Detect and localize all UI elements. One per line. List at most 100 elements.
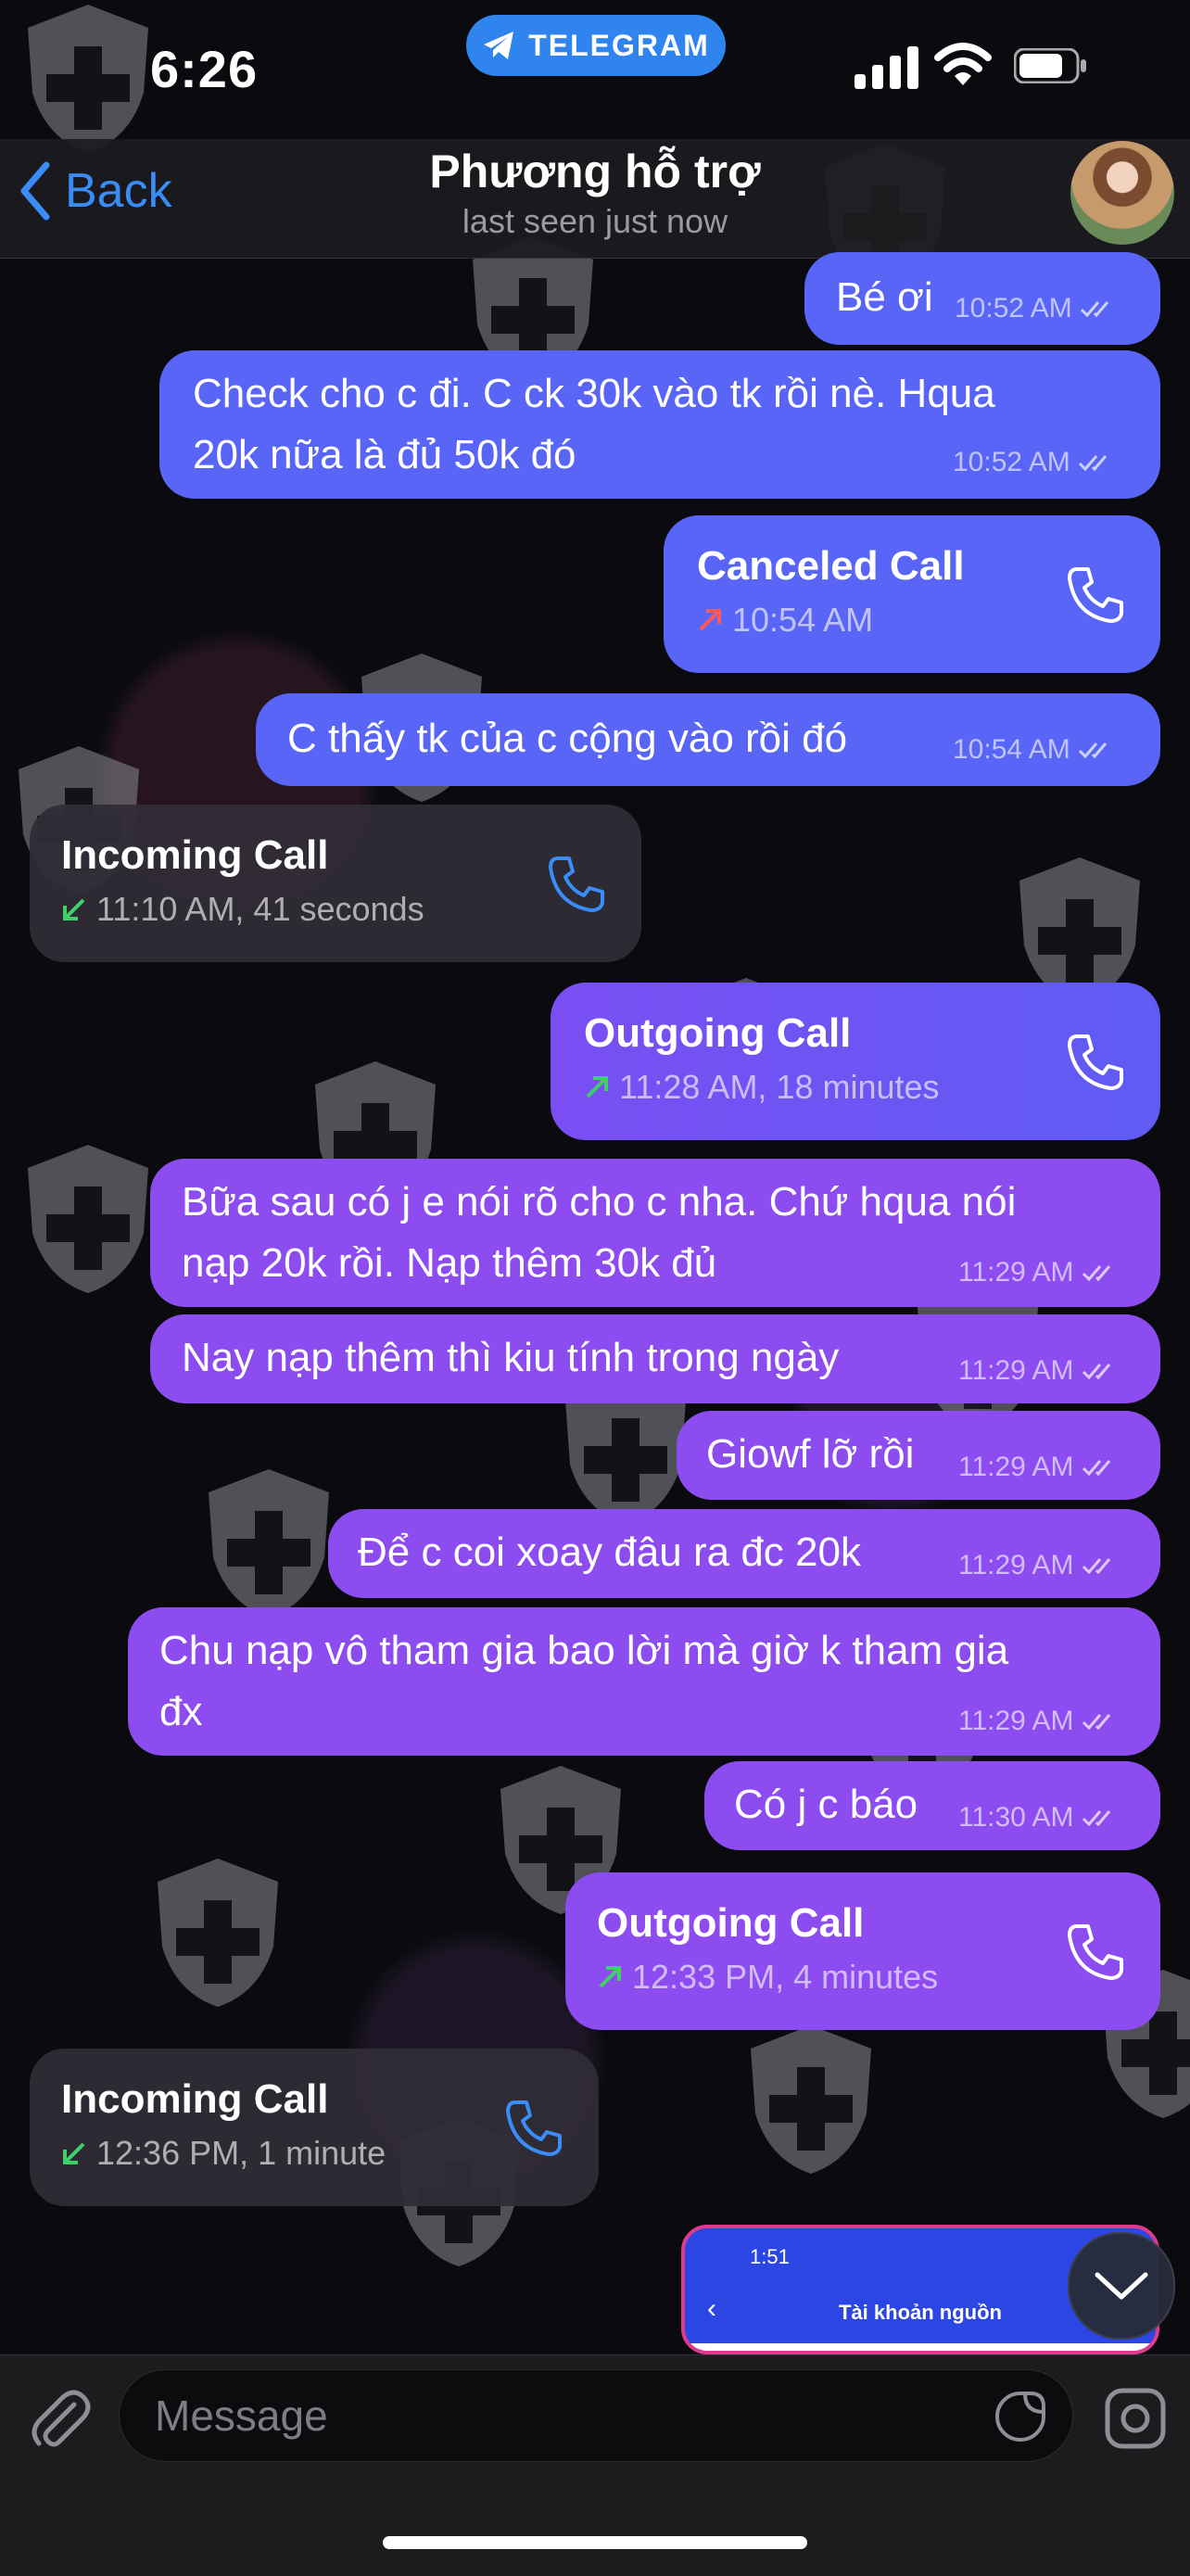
call-detail: 12:33 PM, 4 minutes [597,1958,938,1997]
message-text: Check cho c đi. C ck 30k vào tk rồi nè. … [193,371,995,416]
message-text: Bé ơi [836,274,933,320]
call-bubble[interactable]: Canceled Call 10:54 AM [664,515,1160,673]
message-meta: 11:29 AM [958,1257,1122,1288]
message-time: 11:29 AM [958,1550,1074,1580]
call-detail: 12:36 PM, 1 minute [61,2134,386,2173]
call-detail: 10:54 AM [697,601,873,640]
chat-title[interactable]: Phương hỗ trợ last seen just now [0,139,1190,241]
telegram-icon [484,32,514,59]
attach-icon[interactable] [26,2386,93,2453]
message-bubble[interactable]: Bé ơi 10:52 AM [804,252,1160,345]
read-ticks-icon [1082,1810,1110,1827]
message-bubble[interactable]: Chu nạp vô tham gia bao lời mà giờ k tha… [128,1607,1160,1756]
message-meta: 10:54 AM [953,734,1119,766]
call-time: 11:10 AM, 41 seconds [96,890,424,928]
message-text: Có j c báo [734,1782,918,1827]
camera-icon[interactable] [1103,2386,1168,2451]
wifi-icon [934,43,992,85]
call-title: Outgoing Call [584,1010,852,1056]
message-bubble[interactable]: Có j c báo 11:30 AM [704,1761,1160,1850]
message-time: 11:30 AM [958,1802,1074,1833]
message-time: 10:54 AM [953,734,1070,765]
call-title: Outgoing Call [597,1900,865,1946]
message-time: 11:29 AM [958,1706,1074,1736]
shield-watermark-icon [741,2021,880,2178]
message-text: Chu nạp vô tham gia bao lời mà giờ k tha… [159,1628,1009,1673]
shield-watermark-icon [19,1140,158,1298]
read-ticks-icon [1082,1558,1110,1575]
call-title: Canceled Call [697,543,965,589]
call-detail: 11:10 AM, 41 seconds [61,890,424,929]
call-arrow-icon [586,1076,608,1098]
message-time: 11:29 AM [958,1452,1074,1482]
avatar[interactable] [1070,141,1174,245]
phone-icon[interactable] [1064,1919,1129,1984]
message-bubble[interactable]: C thấy tk của c cộng vào rồi đó 10:54 AM [256,693,1160,786]
read-ticks-icon [1078,742,1107,759]
telegram-pill[interactable]: TELEGRAM [466,15,726,76]
read-ticks-icon [1082,1714,1110,1731]
call-time: 10:54 AM [732,601,874,639]
message-text: nạp 20k rồi. Nạp thêm 30k đủ [182,1240,717,1286]
message-text: Nay nạp thêm thì kiu tính trong ngày [182,1335,840,1380]
preview-content [685,2343,1156,2351]
call-time: 11:28 AM, 18 minutes [619,1068,940,1106]
call-arrow-icon [599,1966,621,1988]
call-title: Incoming Call [61,2076,329,2122]
message-text: Để c coi xoay đâu ra đc 20k [358,1529,861,1575]
call-bubble[interactable]: Incoming Call 11:10 AM, 41 seconds [30,805,641,962]
phone-icon[interactable] [1064,1029,1129,1094]
read-ticks-icon [1082,1265,1110,1282]
shield-watermark-icon [199,1465,338,1622]
last-seen-status: last seen just now [462,202,728,240]
message-time: 11:29 AM [958,1257,1074,1288]
read-ticks-icon [1082,1460,1110,1477]
phone-icon[interactable] [545,851,610,916]
call-detail: 11:28 AM, 18 minutes [584,1068,940,1107]
message-bubble[interactable]: Để c coi xoay đâu ra đc 20k 11:29 AM [328,1509,1160,1598]
message-meta: 10:52 AM [955,293,1120,324]
message-time: 10:52 AM [955,293,1072,324]
call-bubble[interactable]: Incoming Call 12:36 PM, 1 minute [30,2049,599,2206]
message-bubble[interactable]: Check cho c đi. C ck 30k vào tk rồi nè. … [159,350,1160,499]
contact-name: Phương hỗ trợ [429,146,761,197]
phone-icon[interactable] [502,2095,567,2160]
message-bubble[interactable]: Nay nạp thêm thì kiu tính trong ngày 11:… [150,1314,1160,1403]
message-meta: 11:30 AM [958,1802,1122,1834]
sticker-icon[interactable] [994,2390,1047,2443]
message-input[interactable] [153,2370,954,2461]
message-text: C thấy tk của c cộng vào rồi đó [287,716,848,761]
message-meta: 10:52 AM [953,447,1119,478]
message-meta: 11:29 AM [958,1452,1122,1483]
message-bubble[interactable]: Bữa sau có j e nói rõ cho c nha. Chứ hqu… [150,1159,1160,1307]
message-field [119,2369,1073,2462]
read-ticks-icon [1078,455,1107,472]
telegram-pill-label: TELEGRAM [528,28,710,62]
preview-time: 1:51 [750,2245,790,2268]
call-title: Incoming Call [61,832,329,878]
status-time: 6:26 [150,40,259,98]
call-time: 12:33 PM, 4 minutes [632,1958,939,1996]
call-time: 12:36 PM, 1 minute [96,2134,386,2172]
message-meta: 11:29 AM [958,1355,1122,1387]
call-arrow-icon [63,2142,85,2164]
call-bubble[interactable]: Outgoing Call 12:33 PM, 4 minutes [565,1872,1160,2030]
home-indicator [383,2536,807,2549]
message-text: đx [159,1689,203,1734]
message-meta: 11:29 AM [958,1706,1122,1737]
call-arrow-icon [699,609,721,631]
message-text: Giowf lỡ rồi [706,1431,915,1477]
message-text: 20k nữa là đủ 50k đó [193,432,576,477]
call-bubble[interactable]: Outgoing Call 11:28 AM, 18 minutes [551,983,1160,1140]
message-time: 11:29 AM [958,1355,1074,1386]
scroll-down-button[interactable] [1068,2232,1175,2340]
phone-icon[interactable] [1064,562,1129,627]
message-time: 10:52 AM [953,447,1070,477]
read-ticks-icon [1082,1364,1110,1380]
read-ticks-icon [1080,301,1108,318]
battery-icon [1014,48,1086,83]
chevron-down-icon [1095,2272,1148,2300]
signal-icon [855,46,918,89]
message-bubble[interactable]: Giowf lỡ rồi 11:29 AM [677,1411,1160,1500]
message-meta: 11:29 AM [958,1550,1122,1581]
